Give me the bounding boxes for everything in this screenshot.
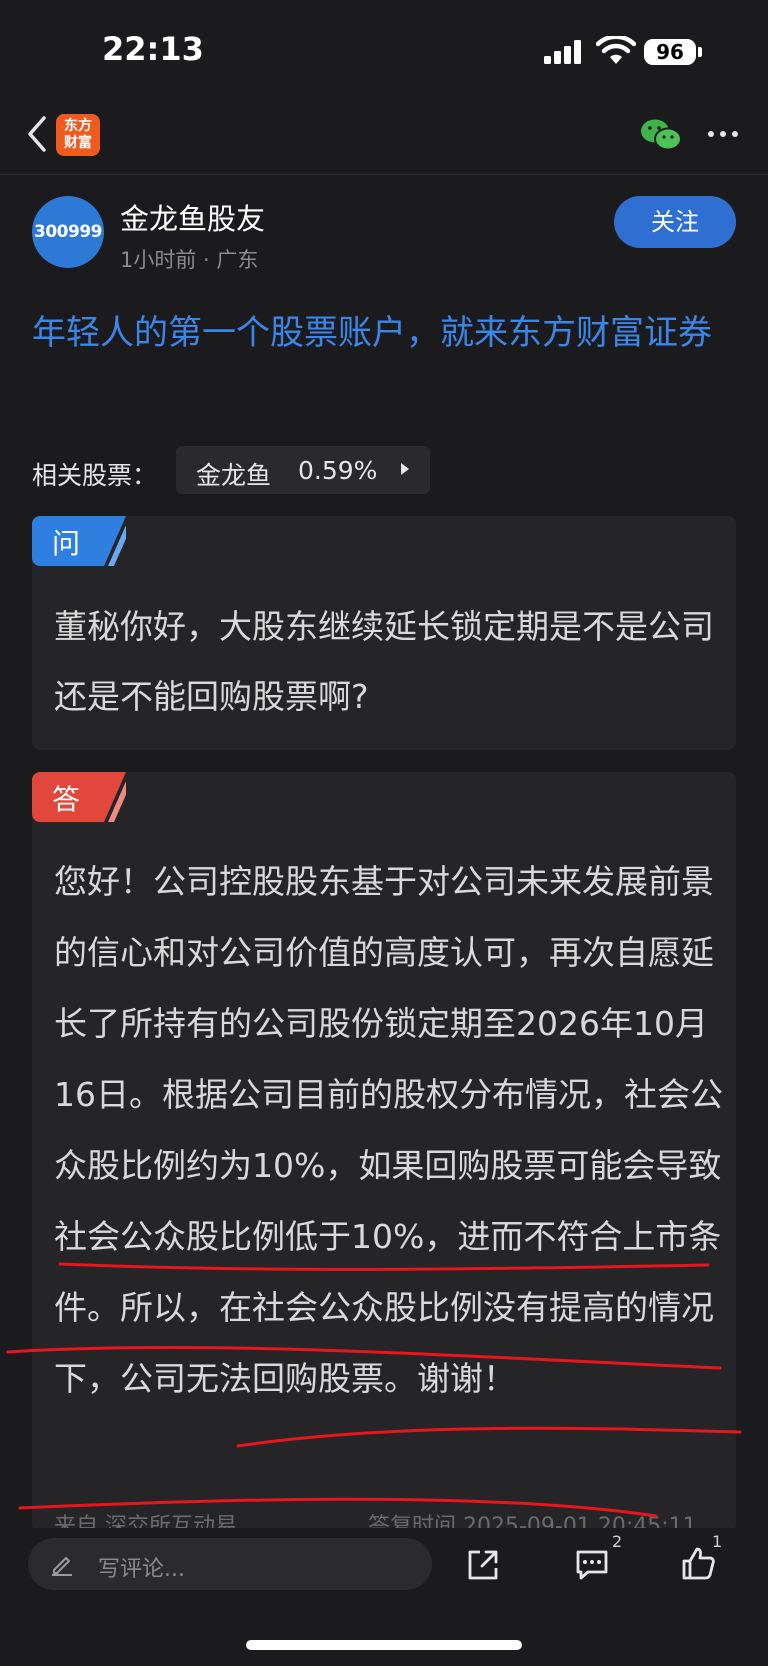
nav-divider [0, 174, 768, 175]
logo-line-2: 财富 [64, 135, 92, 151]
answer-text: 您好！公司控股股东基于对公司未来发展前景的信心和对公司价值的高度认可，再次自愿延… [54, 862, 723, 1398]
wechat-share-icon[interactable] [640, 118, 682, 152]
comment-icon[interactable] [574, 1548, 610, 1582]
answer-tag-text: 答 [52, 783, 81, 816]
thumbs-up-icon[interactable] [680, 1546, 716, 1582]
play-arrow-icon [401, 463, 409, 475]
back-chevron-icon[interactable] [22, 114, 52, 154]
pen-icon [52, 1557, 72, 1576]
cellular-signal-icon [544, 40, 581, 64]
like-count: 1 [712, 1532, 723, 1551]
avatar[interactable]: 300999 [32, 196, 104, 268]
battery-level: 96 [644, 39, 696, 65]
related-stock-change: 0.59% [298, 456, 378, 485]
related-stock-name: 金龙鱼 [196, 461, 272, 490]
related-stock-label: 相关股票： [32, 461, 158, 490]
battery-tip [698, 47, 702, 57]
share-icon[interactable] [466, 1548, 500, 1582]
question-text: 董秘你好，大股东继续延长锁定期是不是公司还是不能回购股票啊? [54, 607, 714, 716]
logo-line-1: 东方 [64, 118, 92, 134]
comment-input[interactable] [28, 1538, 432, 1590]
wifi-icon [596, 36, 636, 64]
comment-placeholder: 写评论... [98, 1557, 185, 1582]
post-meta: 1小时前 · 广东 [120, 248, 259, 272]
comment-count: 2 [612, 1532, 623, 1551]
more-options-icon[interactable] [706, 124, 740, 144]
status-time: 22:13 [102, 30, 204, 68]
app-logo: 东方 财富 [56, 114, 100, 156]
author-name[interactable]: 金龙鱼股友 [120, 196, 265, 238]
promo-link[interactable]: 年轻人的第一个股票账户，就来东方财富证券 [32, 306, 742, 360]
question-tag-text: 问 [52, 527, 81, 560]
home-indicator [246, 1640, 522, 1650]
follow-button[interactable]: 关注 [614, 196, 736, 248]
